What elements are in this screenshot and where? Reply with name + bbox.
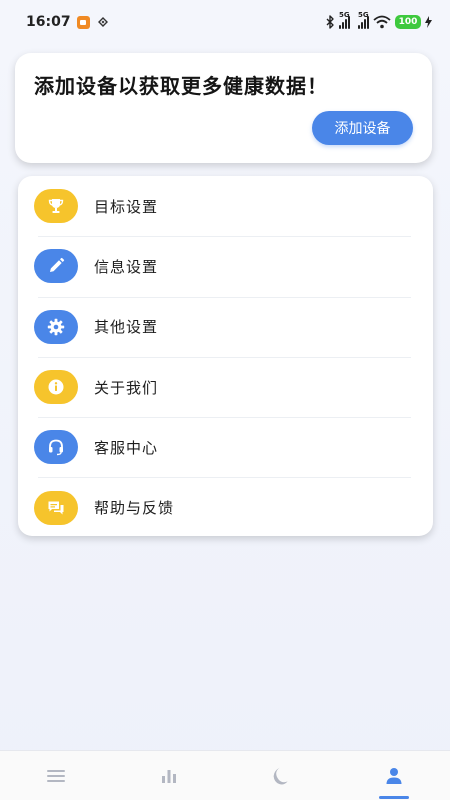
- clock: 16:07: [26, 14, 71, 30]
- menu-item-other-settings[interactable]: 其他设置: [34, 296, 411, 357]
- app-notification-icon: [76, 15, 90, 29]
- person-icon: [386, 767, 402, 784]
- wifi-icon: [373, 15, 391, 29]
- menu-icon-badge: [34, 430, 78, 465]
- info-icon: [48, 379, 64, 395]
- menu-item-help-feedback[interactable]: 帮助与反馈: [34, 477, 411, 537]
- menu-icon-badge: [34, 249, 78, 284]
- headset-icon: [49, 439, 63, 456]
- menu-item-label: 信息设置: [94, 257, 159, 276]
- nav-tab-profile[interactable]: [364, 751, 424, 800]
- add-device-button[interactable]: 添加设备: [312, 111, 413, 145]
- battery-indicator: 100: [395, 15, 421, 29]
- pencil-icon: [50, 258, 65, 273]
- menu-item-about-us[interactable]: 关于我们: [34, 356, 411, 417]
- status-bar: 16:07 5G 5G 100: [0, 0, 450, 44]
- menu-icon-badge: [34, 490, 78, 525]
- network-type-label: 5G: [339, 11, 350, 19]
- menu-icon-badge: [34, 370, 78, 405]
- network-type-label-2: 5G: [358, 11, 369, 19]
- nav-tab-sleep[interactable]: [251, 751, 311, 800]
- menu-icon-badge: [34, 309, 78, 344]
- bar-chart-icon: [161, 769, 176, 783]
- menu-icon: [47, 769, 66, 782]
- bottom-nav: [0, 750, 450, 800]
- menu-item-label: 客服中心: [94, 438, 159, 457]
- bluetooth-icon: [326, 15, 334, 29]
- profile-screen: 16:07 5G 5G 100 添加设备以获取更多健康数据！ 添加设备 目标设置…: [0, 0, 450, 800]
- status-left: 16:07: [26, 14, 110, 30]
- menu-item-label: 其他设置: [94, 318, 159, 337]
- settings-menu: 目标设置 信息设置 其他设置 关于我们 客服中心 帮助与反馈: [18, 176, 433, 536]
- menu-item-goal-settings[interactable]: 目标设置: [34, 176, 411, 236]
- status-right: 5G 5G 100: [325, 11, 432, 29]
- menu-item-info-settings[interactable]: 信息设置: [34, 236, 411, 296]
- nav-tab-home[interactable]: [26, 751, 86, 800]
- signal-icon: 5G: [339, 11, 350, 29]
- trophy-icon: [48, 199, 64, 214]
- menu-item-label: 帮助与反馈: [94, 499, 175, 518]
- nav-tab-stats[interactable]: [139, 751, 199, 800]
- add-device-title: 添加设备以获取更多健康数据！: [34, 74, 328, 98]
- menu-icon-badge: [34, 189, 78, 224]
- menu-item-label: 关于我们: [94, 378, 159, 397]
- moon-icon: [273, 767, 288, 784]
- signal-icon-2: 5G: [358, 11, 369, 29]
- charging-icon: [425, 16, 432, 28]
- nfc-icon: [97, 17, 108, 27]
- chat-icon: [48, 501, 64, 515]
- menu-item-customer-service[interactable]: 客服中心: [34, 417, 411, 477]
- menu-item-label: 目标设置: [94, 197, 159, 216]
- add-device-card: 添加设备以获取更多健康数据！ 添加设备: [15, 53, 432, 163]
- gear-icon: [47, 318, 65, 335]
